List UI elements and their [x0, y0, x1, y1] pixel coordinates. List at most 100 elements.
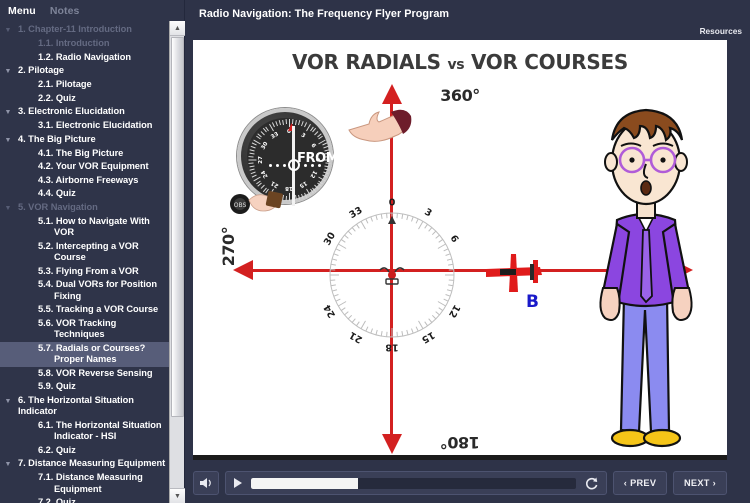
toc-spacer — [16, 304, 32, 306]
prev-label: PREV — [630, 478, 657, 488]
expander-chevron-icon[interactable]: ▼ — [0, 202, 16, 214]
next-label: NEXT — [683, 478, 710, 488]
toc-item-label: 4.4. Quiz — [38, 188, 76, 198]
vor-tick — [314, 185, 319, 190]
vor-tick — [249, 148, 255, 152]
play-icon[interactable] — [233, 477, 243, 489]
vor-tick — [295, 195, 298, 201]
next-chevron-icon: › — [712, 478, 717, 488]
toc-item-label: 4.3. Airborne Freeways — [38, 174, 139, 185]
slide-title: VOR RADIALS vs VOR COURSES — [193, 50, 727, 74]
toc-item[interactable]: 1.2. Radio Navigation — [0, 51, 170, 65]
toc-item[interactable]: 4.3. Airborne Freeways — [0, 174, 170, 188]
expander-chevron-icon[interactable]: ▼ — [0, 24, 16, 36]
toc-item[interactable]: 1.1. Introduction — [0, 37, 170, 51]
toc-item[interactable]: ▼ 3. Electronic Elucidation — [0, 105, 170, 119]
toc-item[interactable]: 5.5. Tracking a VOR Course — [0, 303, 170, 317]
tab-notes[interactable]: Notes — [50, 5, 80, 17]
toc-item[interactable]: ▼ 4. The Big Picture — [0, 133, 170, 147]
toc-item[interactable]: 2.1. Pilotage — [0, 78, 170, 92]
vor-tick — [274, 121, 278, 127]
toc-item-label: 5.2. Intercepting a VOR Course — [38, 240, 139, 263]
vor-tick — [249, 165, 255, 168]
toc-item[interactable]: 2.2. Quiz — [0, 92, 170, 106]
slide-title-vs: vs — [447, 57, 465, 73]
toc-item[interactable]: 5.1. How to Navigate With VOR — [0, 215, 170, 240]
toc-item[interactable]: 6.1. The Horizontal Situation Indicator … — [0, 419, 170, 444]
toc-spacer — [16, 120, 32, 122]
toc-item[interactable]: 5.7. Radials or Courses? Proper Names — [0, 341, 170, 367]
slide-stage: VOR RADIALS vs VOR COURSES 360° 180° 270… — [193, 40, 727, 460]
hand-on-knob-icon — [248, 191, 283, 212]
toc-spacer — [16, 445, 32, 447]
toc-spacer — [16, 241, 32, 243]
toc-item[interactable]: 6.2. Quiz — [0, 444, 170, 458]
toc-item[interactable]: 5.6. VOR Tracking Techniques — [0, 317, 170, 342]
toc-item-label: 5.7. Radials or Courses? Proper Names — [38, 342, 146, 365]
vor-dial-number: 33 — [270, 131, 280, 141]
toc-item[interactable]: ▼ 5. VOR Navigation — [0, 201, 170, 215]
compass-rose: 0 3 6 12 15 18 21 24 30 33 — [317, 198, 467, 353]
course-player-window: Menu Notes ▼ 1. Chapter-11 Introduction 1.… — [0, 0, 750, 503]
resources-button[interactable]: Resources — [700, 26, 742, 36]
prev-button[interactable]: ‹ PREV — [613, 471, 667, 495]
expander-chevron-icon[interactable]: ▼ — [0, 395, 16, 407]
vor-tick — [321, 142, 327, 146]
vor-tick — [298, 194, 301, 200]
expander-chevron-icon[interactable]: ▼ — [0, 106, 16, 118]
compass-rose-graphic — [329, 212, 455, 338]
vor-tick — [324, 165, 330, 168]
scroll-up-button[interactable]: ▲ — [170, 21, 185, 36]
next-button[interactable]: NEXT › — [673, 471, 727, 495]
toc-item[interactable]: 3.1. Electronic Elucidation — [0, 119, 170, 133]
vor-dial-number: 27 — [258, 156, 264, 164]
table-of-contents[interactable]: ▼ 1. Chapter-11 Introduction 1.1. Introduc… — [0, 21, 170, 503]
replay-icon[interactable] — [584, 476, 599, 491]
vor-dial-face: 0 3 6 9 12 15 18 21 24 27 30 33 FROM — [247, 118, 339, 206]
aircraft-label-b: B — [526, 292, 539, 312]
south-arrowhead-icon — [382, 434, 402, 454]
toc-item[interactable]: 5.3. Flying From a VOR — [0, 265, 170, 279]
scrollbar-thumb[interactable] — [171, 37, 184, 417]
compass-rose-number: 18 — [385, 341, 399, 353]
degree-label-270: 270° — [219, 226, 239, 267]
toc-item[interactable]: ▼ 7. Distance Measuring Equipment — [0, 457, 170, 471]
toc-item-label: 5.1. How to Navigate With VOR — [38, 215, 150, 238]
toc-spacer — [16, 188, 32, 190]
vor-tick — [250, 145, 256, 149]
toc-spacer — [16, 343, 32, 345]
toc-spacer — [16, 79, 32, 81]
expander-chevron-icon[interactable]: ▼ — [0, 65, 16, 77]
expander-chevron-icon[interactable]: ▼ — [0, 458, 16, 470]
toc-item-label: 5.4. Dual VORs for Position Fixing — [38, 279, 158, 301]
toc-item[interactable]: 5.8. VOR Reverse Sensing — [0, 367, 170, 381]
toc-item[interactable]: 4.2. Your VOR Equipment — [0, 160, 170, 174]
toc-item[interactable]: 5.9. Quiz — [0, 380, 170, 394]
toc-item[interactable]: 7.1. Distance Measuring Equipment — [0, 471, 170, 496]
toc-item[interactable]: 5.2. Intercepting a VOR Course — [0, 240, 170, 265]
scroll-down-button[interactable]: ▼ — [170, 488, 185, 503]
toc-item[interactable]: 7.2. Quiz — [0, 496, 170, 503]
toc-item[interactable]: ▼ 2. Pilotage — [0, 64, 170, 78]
toc-item-label: 7. Distance Measuring Equipment — [18, 458, 166, 468]
toc-item-label: 5.5. Tracking a VOR Course — [38, 304, 159, 314]
vor-dial-number: 3 — [299, 132, 307, 140]
vor-tick — [324, 168, 330, 172]
seek-track[interactable] — [251, 477, 576, 489]
toc-item[interactable]: 4.1. The Big Picture — [0, 147, 170, 161]
volume-button[interactable] — [193, 471, 219, 495]
toc-item[interactable]: 5.4. Dual VORs for Position Fixing — [0, 278, 170, 303]
vor-tick — [295, 119, 298, 125]
vor-tick — [260, 130, 265, 135]
sidebar-scrollbar[interactable]: ▲ ▼ — [169, 21, 185, 503]
seek-bar[interactable] — [225, 471, 607, 495]
expander-chevron-icon[interactable]: ▼ — [0, 134, 16, 146]
toc-item-label: 7.2. Quiz — [38, 497, 76, 503]
toc-item[interactable]: ▼ 1. Chapter-11 Introduction — [0, 23, 170, 37]
toc-spacer — [16, 266, 32, 268]
toc-item[interactable]: 4.4. Quiz — [0, 187, 170, 201]
tab-menu[interactable]: Menu — [8, 5, 36, 17]
toc-item-label: 5.8. VOR Reverse Sensing — [38, 367, 153, 378]
toc-item[interactable]: ▼ 6. The Horizontal Situation Indicator — [0, 394, 170, 419]
seek-progress-fill — [251, 477, 359, 489]
